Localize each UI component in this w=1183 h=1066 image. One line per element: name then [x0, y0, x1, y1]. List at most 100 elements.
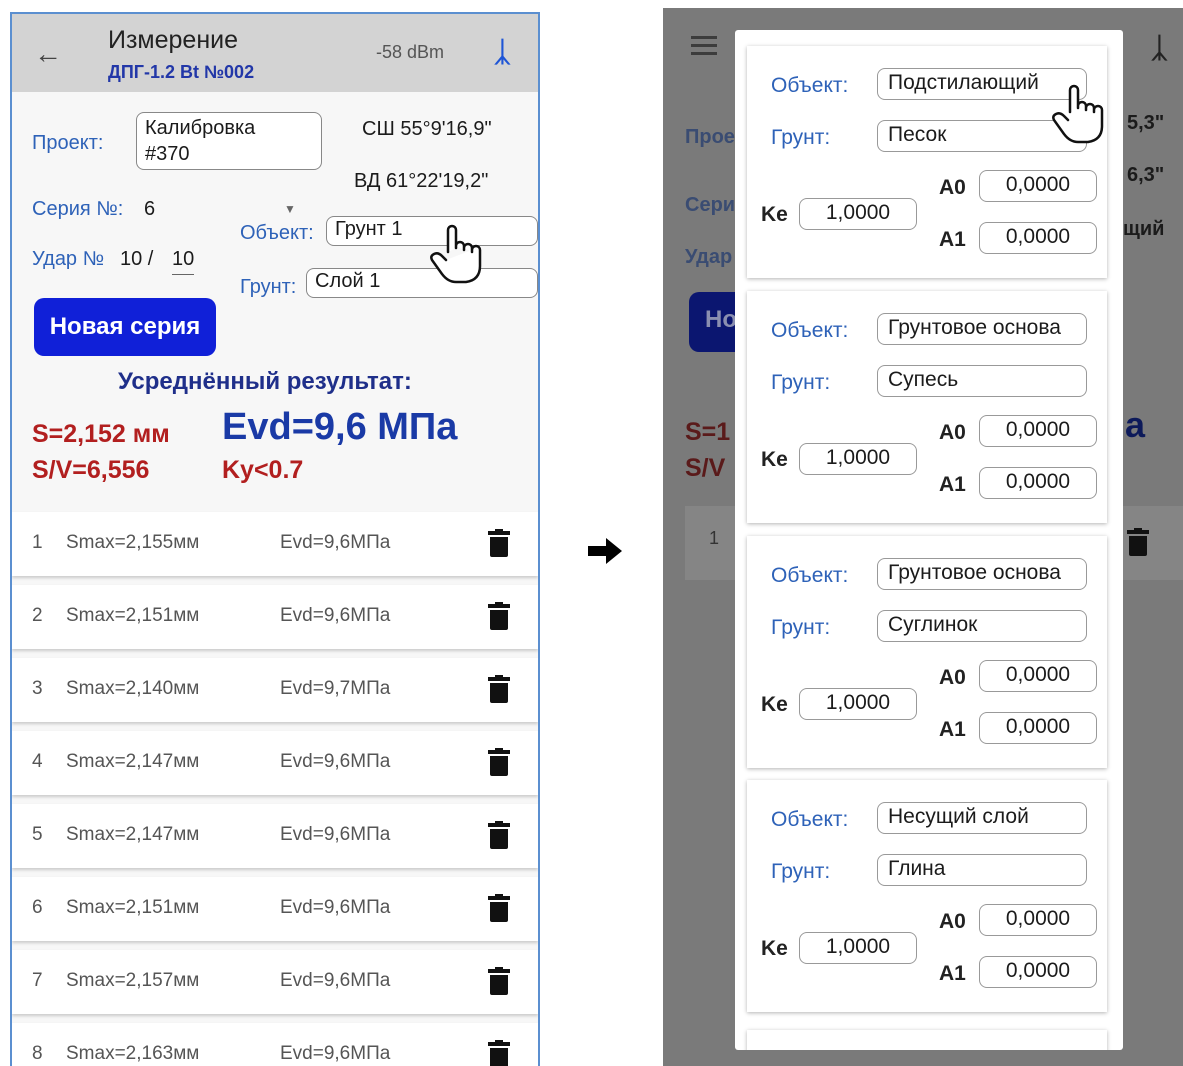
- behind-hit-label: Удар: [685, 246, 733, 268]
- trash-icon[interactable]: [488, 602, 510, 630]
- row-smax: Smax=2,151мм: [66, 897, 200, 918]
- a0-label: A0: [939, 666, 966, 689]
- measurement-row[interactable]: 4 Smax=2,147мм Evd=9,6МПа: [12, 731, 538, 795]
- soil-field[interactable]: Глина: [877, 854, 1087, 886]
- behind-evd: а: [1125, 404, 1146, 445]
- row-evd: Evd=9,7МПа: [280, 678, 391, 699]
- ky-value: Ky<0.7: [222, 456, 304, 484]
- a1-field[interactable]: 0,0000: [979, 467, 1097, 499]
- trash-icon[interactable]: [488, 894, 510, 922]
- row-smax: Smax=2,140мм: [66, 678, 200, 699]
- a0-field[interactable]: 0,0000: [979, 170, 1097, 202]
- a0-label: A0: [939, 910, 966, 933]
- signal-strength: -58 dBm: [376, 42, 445, 62]
- measurement-row[interactable]: 5 Smax=2,147мм Evd=9,6МПа: [12, 804, 538, 868]
- object-field[interactable]: Несущий слой: [877, 802, 1087, 834]
- ke-label: Ke: [761, 937, 788, 960]
- ke-label: Ke: [761, 693, 788, 716]
- row-smax: Smax=2,151мм: [66, 605, 200, 626]
- measurement-row[interactable]: 1 Smax=2,155мм Evd=9,6МПа: [12, 512, 538, 576]
- project-value-line2: #370: [145, 143, 190, 165]
- behind-row-end: [1123, 506, 1183, 580]
- measurement-row[interactable]: 7 Smax=2,157мм Evd=9,6МПа: [12, 950, 538, 1014]
- object-card[interactable]: Объект: Несущий слой Грунт: Глина Ke 1,0000 A0…: [747, 780, 1107, 1012]
- longitude: ВД 61°22'19,2": [354, 170, 489, 192]
- trash-icon[interactable]: [488, 748, 510, 776]
- ke-field[interactable]: 1,0000: [799, 443, 917, 475]
- dropdown-caret-icon[interactable]: ▼: [284, 202, 296, 216]
- project-value-line1: Калибровка: [145, 117, 256, 139]
- behind-series-label: Сери: [685, 194, 736, 216]
- trash-icon[interactable]: [488, 529, 510, 557]
- soil-field[interactable]: Суглинок: [877, 610, 1087, 642]
- behind-lat: 5,3": [1127, 112, 1165, 134]
- row-evd: Evd=9,6МПа: [280, 1043, 391, 1064]
- ke-field[interactable]: 1,0000: [799, 932, 917, 964]
- a0-label: A0: [939, 421, 966, 444]
- row-number: 5: [32, 824, 43, 845]
- measurement-row[interactable]: 6 Smax=2,151мм Evd=9,6МПа: [12, 877, 538, 941]
- row-smax: Smax=2,163мм: [66, 1043, 200, 1064]
- object-card[interactable]: Объект: Грунтовое основа Грунт: Суглинок Ke 1…: [747, 536, 1107, 768]
- measurement-row[interactable]: 8 Smax=2,163мм Evd=9,6МПа: [12, 1023, 538, 1066]
- object-label: Объект:: [771, 74, 849, 97]
- a1-field[interactable]: 0,0000: [979, 222, 1097, 254]
- a1-label: A1: [939, 718, 966, 741]
- row-smax: Smax=2,147мм: [66, 824, 200, 845]
- trash-icon[interactable]: [488, 821, 510, 849]
- a1-field[interactable]: 0,0000: [979, 712, 1097, 744]
- menu-icon[interactable]: [691, 36, 717, 56]
- object-card[interactable]: Объект: Подстилающий Грунт: Песок Ke 1,0000 A0…: [747, 46, 1107, 278]
- object-field[interactable]: Грунтовое основа: [877, 313, 1087, 345]
- a1-label: A1: [939, 473, 966, 496]
- hand-pointer-icon: [430, 224, 482, 284]
- behind-s: S=1: [685, 418, 731, 446]
- hit-total-input[interactable]: 10: [172, 248, 195, 275]
- ke-field[interactable]: 1,0000: [799, 198, 917, 230]
- a0-field[interactable]: 0,0000: [979, 904, 1097, 936]
- soil-field[interactable]: Слой 1: [306, 268, 538, 298]
- row-evd: Evd=9,6МПа: [280, 532, 391, 553]
- object-label: Объект:: [240, 222, 314, 244]
- device-subtitle: ДПГ-1.2 Bt №002: [108, 62, 255, 82]
- hit-label: Удар №: [32, 248, 105, 270]
- row-evd: Evd=9,6МПа: [280, 824, 391, 845]
- row-number: 6: [32, 897, 43, 918]
- soil-field[interactable]: Супесь: [877, 365, 1087, 397]
- project-field[interactable]: Калибровка #370: [136, 112, 322, 170]
- row-evd: Evd=9,6МПа: [280, 970, 391, 991]
- object-label: Объект:: [771, 319, 849, 342]
- arrow-right-icon: [588, 538, 622, 564]
- measurement-row[interactable]: 3 Smax=2,140мм Evd=9,7МПа: [12, 658, 538, 722]
- row-number: 4: [32, 751, 43, 772]
- behind-trash-icon: [1127, 528, 1149, 556]
- object-card[interactable]: Объект: Грунтовое основа Грунт: Супесь Ke 1,0…: [747, 291, 1107, 523]
- latitude: СШ 55°9'16,9": [362, 118, 492, 140]
- a1-label: A1: [939, 228, 966, 251]
- a0-field[interactable]: 0,0000: [979, 415, 1097, 447]
- ke-field[interactable]: 1,0000: [799, 688, 917, 720]
- behind-project-label: Прое: [685, 126, 735, 148]
- trash-icon[interactable]: [488, 1040, 510, 1066]
- evd-value: Evd=9,6 МПа: [222, 406, 458, 448]
- new-series-button[interactable]: Новая серия: [34, 298, 216, 356]
- a0-field[interactable]: 0,0000: [979, 660, 1097, 692]
- hand-pointer-icon: [1052, 84, 1104, 144]
- trash-icon[interactable]: [488, 675, 510, 703]
- card-partial: [747, 1030, 1107, 1050]
- soil-label: Грунт:: [771, 371, 831, 394]
- bluetooth-icon[interactable]: ᛣ: [494, 36, 511, 68]
- behind-object: щий: [1123, 218, 1165, 240]
- a1-field[interactable]: 0,0000: [979, 956, 1097, 988]
- soil-label: Грунт:: [771, 616, 831, 639]
- trash-icon[interactable]: [488, 967, 510, 995]
- back-arrow-icon[interactable]: ←: [34, 38, 62, 70]
- measurement-row[interactable]: 2 Smax=2,151мм Evd=9,6МПа: [12, 585, 538, 649]
- ke-label: Ke: [761, 203, 788, 226]
- a1-label: A1: [939, 962, 966, 985]
- row-smax: Smax=2,157мм: [66, 970, 200, 991]
- object-list-dialog: Объект: Подстилающий Грунт: Песок Ke 1,0000 A0…: [735, 30, 1123, 1050]
- behind-lon: 6,3": [1127, 164, 1165, 186]
- object-field[interactable]: Грунтовое основа: [877, 558, 1087, 590]
- screen-title: Измерение: [108, 26, 239, 54]
